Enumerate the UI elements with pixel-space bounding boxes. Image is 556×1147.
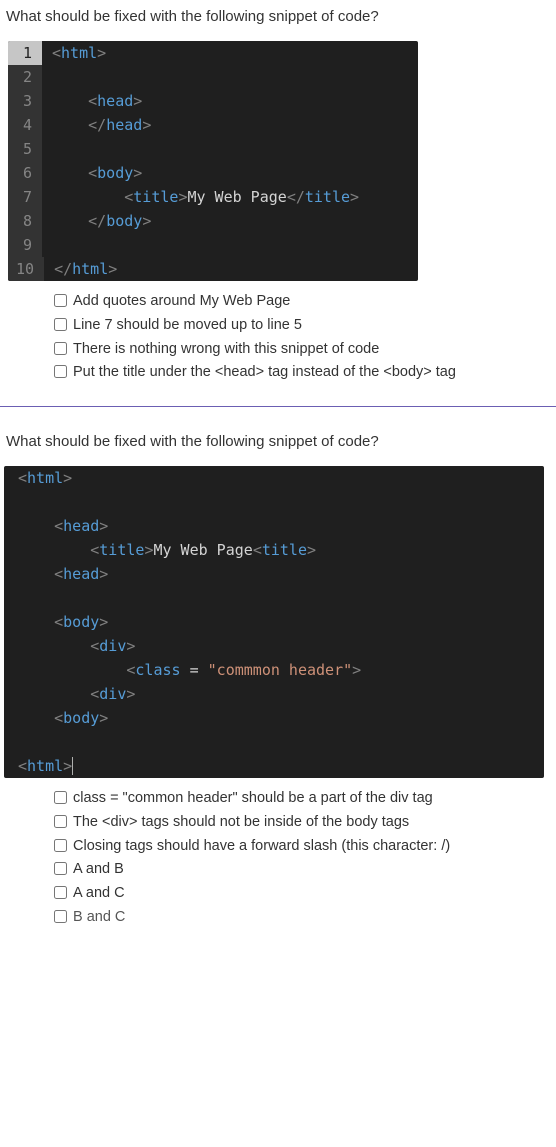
code-line: <head> <box>4 514 544 538</box>
line-number: 1 <box>8 41 42 65</box>
question-1-prompt: What should be fixed with the following … <box>0 0 556 29</box>
option-1c[interactable]: There is nothing wrong with this snippet… <box>54 339 556 361</box>
option-2c[interactable]: Closing tags should have a forward slash… <box>54 836 556 858</box>
code-line: <div> <box>4 634 544 658</box>
code-line: <body> <box>4 610 544 634</box>
code-line: <head> <box>42 89 418 113</box>
code-block-2: <html> <head> <title>My Web Page<title> … <box>4 466 544 778</box>
code-line: </html> <box>44 257 418 281</box>
option-label: Line 7 should be moved up to line 5 <box>73 315 302 337</box>
line-number: 3 <box>8 89 42 113</box>
code-line: <head> <box>4 562 544 586</box>
cursor-icon <box>72 757 82 775</box>
checkbox[interactable] <box>54 839 67 852</box>
code-line: <title>My Web Page</title> <box>42 185 418 209</box>
code-line: <body> <box>42 161 418 185</box>
checkbox[interactable] <box>54 318 67 331</box>
code-line: <div> <box>4 682 544 706</box>
code-line <box>42 137 418 161</box>
checkbox[interactable] <box>54 862 67 875</box>
option-2d[interactable]: A and B <box>54 859 556 881</box>
code-line <box>4 730 544 754</box>
code-line <box>4 490 544 514</box>
option-1b[interactable]: Line 7 should be moved up to line 5 <box>54 315 556 337</box>
checkbox[interactable] <box>54 365 67 378</box>
code-line: <html> <box>42 41 418 65</box>
option-2a[interactable]: class = "common header" should be a part… <box>54 788 556 810</box>
line-number: 7 <box>8 185 42 209</box>
option-1a[interactable]: Add quotes around My Web Page <box>54 291 556 313</box>
question-2-prompt: What should be fixed with the following … <box>0 425 556 454</box>
option-label: Put the title under the <head> tag inste… <box>73 362 456 384</box>
code-line: </head> <box>42 113 418 137</box>
option-label: Closing tags should have a forward slash… <box>73 836 450 858</box>
code-block-1: 1<html> 2 3 <head> 4 </head> 5 6 <body> … <box>8 41 418 281</box>
checkbox[interactable] <box>54 910 67 923</box>
code-line: <body> <box>4 706 544 730</box>
option-label: class = "common header" should be a part… <box>73 788 433 810</box>
code-line <box>4 586 544 610</box>
option-label: There is nothing wrong with this snippet… <box>73 339 379 361</box>
option-label: The <div> tags should not be inside of t… <box>73 812 409 834</box>
code-line: <class = "commmon header"> <box>4 658 544 682</box>
question-2-options: class = "common header" should be a part… <box>54 788 556 929</box>
code-line <box>42 65 418 89</box>
question-1-options: Add quotes around My Web Page Line 7 sho… <box>54 291 556 384</box>
line-number: 9 <box>8 233 42 257</box>
checkbox[interactable] <box>54 886 67 899</box>
code-line: <html> <box>4 754 544 778</box>
line-number: 8 <box>8 209 42 233</box>
line-number: 5 <box>8 137 42 161</box>
code-line <box>42 233 418 257</box>
option-label: Add quotes around My Web Page <box>73 291 290 313</box>
code-line: <title>My Web Page<title> <box>4 538 544 562</box>
option-2e[interactable]: A and C <box>54 883 556 905</box>
checkbox[interactable] <box>54 815 67 828</box>
option-2b[interactable]: The <div> tags should not be inside of t… <box>54 812 556 834</box>
line-number: 10 <box>8 257 44 281</box>
line-number: 6 <box>8 161 42 185</box>
option-1d[interactable]: Put the title under the <head> tag inste… <box>54 362 556 384</box>
option-2f[interactable]: B and C <box>54 907 556 929</box>
option-label: B and C <box>73 907 125 929</box>
divider <box>0 406 556 407</box>
checkbox[interactable] <box>54 342 67 355</box>
code-line: </body> <box>42 209 418 233</box>
option-label: A and C <box>73 883 125 905</box>
code-line: <html> <box>4 466 544 490</box>
line-number: 2 <box>8 65 42 89</box>
checkbox[interactable] <box>54 294 67 307</box>
option-label: A and B <box>73 859 124 881</box>
checkbox[interactable] <box>54 791 67 804</box>
line-number: 4 <box>8 113 42 137</box>
